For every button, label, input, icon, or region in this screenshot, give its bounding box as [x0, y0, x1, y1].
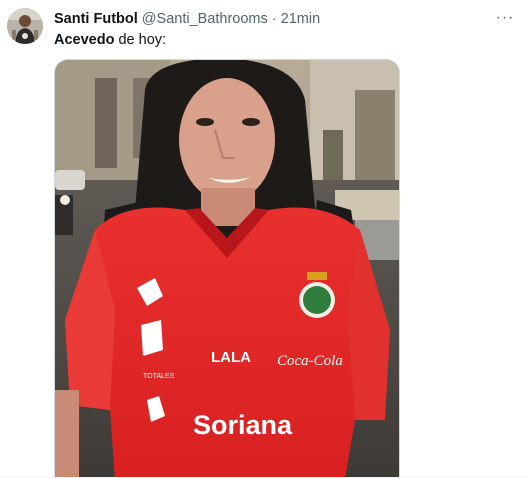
tweet-timestamp[interactable]: 21min: [281, 11, 321, 27]
tweet-text-rest: de hoy:: [114, 32, 167, 48]
separator-dot: ·: [271, 11, 277, 27]
tweet[interactable]: Santi Futbol @Santi_Bathrooms · 21min ··…: [0, 0, 528, 478]
shirt-sponsor-main: Soriana: [193, 410, 293, 440]
more-dots-icon[interactable]: ···: [495, 8, 515, 28]
author-avatar[interactable]: [7, 8, 43, 44]
tweet-media-photo[interactable]: TOTALES LALA Coca-Cola Soriana: [54, 59, 400, 478]
tweet-header: Santi Futbol @Santi_Bathrooms · 21min: [54, 10, 320, 28]
shirt-sponsor-small: LALA: [211, 349, 251, 366]
tweet-text: Acevedo de hoy:: [54, 31, 166, 49]
author-handle[interactable]: @Santi_Bathrooms: [142, 11, 268, 27]
shirt-sponsor-cola: Coca-Cola: [277, 353, 343, 369]
brand-small-text: TOTALES: [143, 373, 175, 380]
author-name[interactable]: Santi Futbol: [54, 11, 138, 27]
tweet-text-strong: Acevedo: [54, 32, 115, 48]
